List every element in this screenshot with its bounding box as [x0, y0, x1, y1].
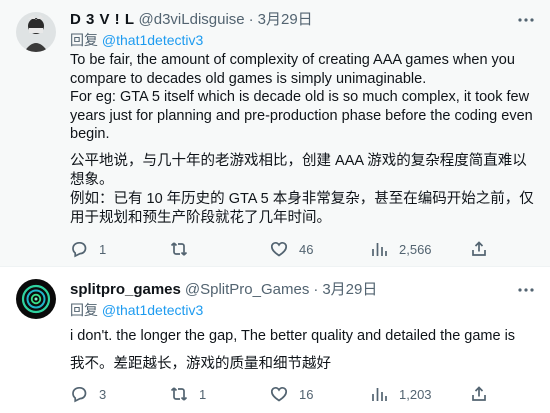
- avatar-image: [16, 279, 56, 319]
- user-handle[interactable]: @d3viLdisguise: [139, 10, 245, 30]
- views-icon: [372, 243, 387, 256]
- tweet-date[interactable]: 3月29日: [258, 10, 313, 30]
- retweet-icon: [170, 242, 188, 256]
- tweet-text: i don't. the longer the gap, The better …: [70, 327, 536, 346]
- reply-mention-link[interactable]: @that1detectiv3: [102, 32, 203, 48]
- tweet-content: splitpro_games @SplitPro_Games · 3月29日 回…: [70, 280, 536, 374]
- view-count: 2,566: [399, 241, 432, 257]
- avatar[interactable]: [16, 12, 56, 52]
- action-bar: 1 46 2,566: [70, 240, 536, 258]
- tweet-date[interactable]: 3月29日: [322, 280, 377, 300]
- reply-icon: [72, 386, 87, 403]
- tweet-header: D 3 V ! L @d3viLdisguise · 3月29日: [70, 10, 536, 30]
- tweet-text-line: For eg: GTA 5 itself which is decade old…: [70, 89, 533, 142]
- views-button[interactable]: 2,566: [370, 240, 470, 258]
- reply-button[interactable]: 1: [70, 240, 170, 258]
- translated-text: 公平地说，与几十年的老游戏相比，创建 AAA 游戏的复杂程度简直难以想象。 例如…: [70, 152, 536, 228]
- tweet-content: D 3 V ! L @d3viLdisguise · 3月29日 回复 @tha…: [70, 10, 536, 228]
- heart-icon: [270, 386, 288, 402]
- share-icon: [472, 241, 486, 256]
- avatar-image: [16, 12, 56, 52]
- translated-text: 我不。差距越长，游戏的质量和细节越好: [70, 355, 536, 374]
- tweet-text: To be fair, the amount of complexity of …: [70, 51, 536, 144]
- reply-count: 1: [99, 241, 107, 257]
- reply-icon: [72, 241, 87, 258]
- reply-count: 3: [99, 386, 107, 402]
- translated-text-line: 我不。差距越长，游戏的质量和细节越好: [70, 355, 331, 372]
- reply-prefix: 回复: [70, 302, 102, 318]
- reply-prefix: 回复: [70, 32, 102, 48]
- share-button[interactable]: [470, 385, 488, 403]
- views-icon: [372, 388, 387, 401]
- translated-text-line: 公平地说，与几十年的老游戏相比，创建 AAA 游戏的复杂程度简直难以想象。: [70, 152, 527, 188]
- views-button[interactable]: 1,203: [370, 385, 470, 403]
- heart-icon: [270, 241, 288, 257]
- tweet-1[interactable]: D 3 V ! L @d3viLdisguise · 3月29日 回复 @tha…: [0, 0, 550, 266]
- display-name[interactable]: D 3 V ! L: [70, 10, 135, 30]
- share-icon: [472, 386, 486, 401]
- like-count: 46: [299, 241, 314, 257]
- separator-dot: ·: [313, 281, 319, 298]
- like-count: 16: [299, 386, 314, 402]
- user-handle[interactable]: @SplitPro_Games: [185, 280, 309, 300]
- action-bar: 3 1 16 1,203: [70, 385, 536, 403]
- reply-mention-link[interactable]: @that1detectiv3: [102, 302, 203, 318]
- like-button[interactable]: 46: [270, 240, 370, 258]
- tweet-text-line: To be fair, the amount of complexity of …: [70, 52, 515, 87]
- like-button[interactable]: 16: [270, 385, 370, 403]
- translated-text-line: 例如：已有 10 年历史的 GTA 5 本身非常复杂，甚至在编码开始之前，仅用于…: [70, 190, 534, 226]
- more-horizontal-icon[interactable]: [516, 10, 536, 30]
- tweet-header: splitpro_games @SplitPro_Games · 3月29日: [70, 280, 536, 300]
- replying-to: 回复 @that1detectiv3: [70, 301, 536, 319]
- share-button[interactable]: [470, 240, 488, 258]
- retweet-icon: [170, 387, 188, 401]
- more-horizontal-icon[interactable]: [516, 280, 536, 300]
- separator-dot: ·: [248, 11, 254, 28]
- retweet-button[interactable]: 1: [170, 385, 270, 403]
- retweet-button[interactable]: [170, 240, 270, 258]
- view-count: 1,203: [399, 386, 432, 402]
- tweet-text-line: i don't. the longer the gap, The better …: [70, 328, 516, 344]
- retweet-count: 1: [199, 386, 207, 402]
- display-name[interactable]: splitpro_games: [70, 280, 181, 300]
- avatar[interactable]: [16, 279, 56, 319]
- replying-to: 回复 @that1detectiv3: [70, 31, 536, 49]
- reply-button[interactable]: 3: [70, 385, 170, 403]
- tweet-2[interactable]: splitpro_games @SplitPro_Games · 3月29日 回…: [0, 267, 550, 413]
